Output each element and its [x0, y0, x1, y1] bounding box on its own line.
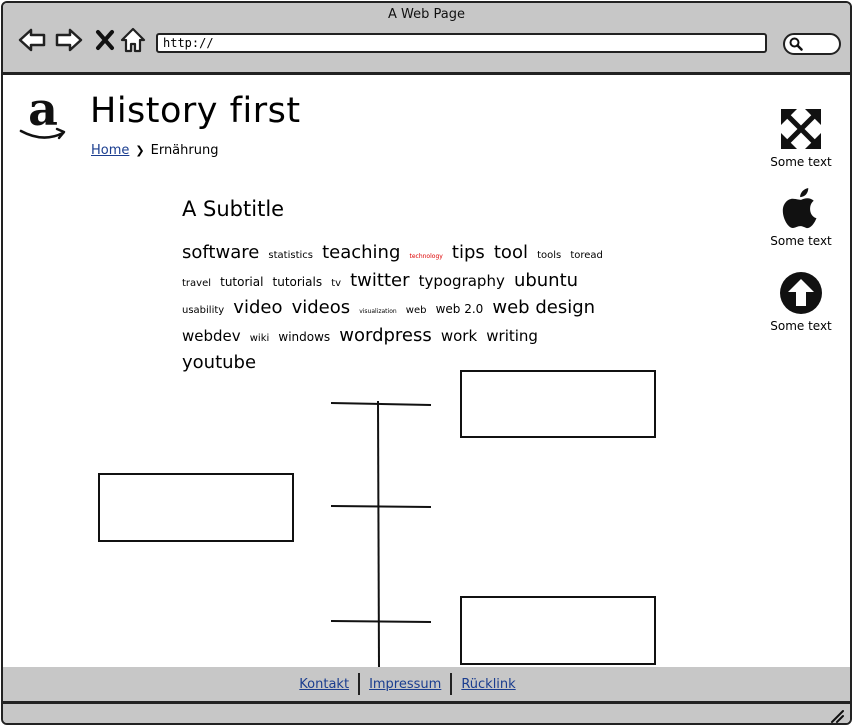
footer-link-impressum[interactable]: Impressum	[360, 677, 450, 692]
tag-link[interactable]: web design	[492, 297, 595, 318]
search-field[interactable]	[783, 33, 841, 55]
svg-text:a: a	[28, 89, 58, 136]
amazon-logo[interactable]: a	[17, 82, 69, 143]
timeline-box-left	[98, 473, 294, 542]
breadcrumb-current: Ernährung	[150, 143, 219, 158]
sidebar-item-expand[interactable]: Some text	[765, 107, 837, 169]
tag-link[interactable]: video	[233, 297, 282, 318]
tag-link[interactable]: work	[441, 327, 477, 345]
breadcrumb: Home ❯ Ernährung	[91, 143, 218, 158]
tag-link[interactable]: tv	[331, 278, 341, 289]
tag-link[interactable]: writing	[486, 327, 538, 345]
sidebar-item-label: Some text	[770, 319, 832, 333]
status-bar	[3, 701, 850, 723]
forward-arrow-icon[interactable]	[54, 25, 84, 55]
tag-link[interactable]: travel	[182, 278, 211, 289]
apple-icon	[782, 188, 817, 229]
tag-link[interactable]: statistics	[268, 250, 313, 261]
tag-link[interactable]: visualization	[359, 308, 396, 315]
home-icon[interactable]	[118, 25, 148, 55]
arrow-up-circle-icon	[780, 272, 822, 314]
page-title: History first	[90, 91, 301, 131]
tag-link[interactable]: twitter	[350, 270, 409, 291]
tag-link[interactable]: technology	[409, 253, 442, 260]
tag-link[interactable]: wordpress	[339, 325, 432, 346]
tag-link[interactable]: typography	[419, 272, 505, 290]
tag-link[interactable]: videos	[292, 297, 351, 318]
tag-link[interactable]: web 2.0	[436, 302, 484, 316]
tag-link[interactable]: web	[406, 305, 427, 316]
timeline-vertical-line	[377, 400, 380, 669]
tag-link[interactable]: wiki	[250, 333, 270, 344]
timeline-diagram	[3, 363, 850, 669]
breadcrumb-chevron-icon: ❯	[135, 144, 145, 157]
tag-link[interactable]: usability	[182, 305, 224, 316]
tag-link[interactable]: ubuntu	[514, 270, 578, 291]
tag-link[interactable]: tips	[452, 242, 485, 263]
browser-window: A Web Page http:// a History first Home …	[1, 1, 852, 725]
tag-link[interactable]: tutorials	[273, 275, 323, 289]
sidebar-item-label: Some text	[770, 155, 832, 169]
tag-cloud: software statistics teaching technology …	[182, 241, 622, 375]
timeline-branch-bottom	[330, 620, 432, 623]
tag-link[interactable]: tools	[537, 250, 561, 261]
footer: Kontakt Impressum Rücklink	[3, 667, 850, 701]
browser-toolbar: A Web Page http://	[3, 3, 850, 75]
footer-link-kontakt[interactable]: Kontakt	[290, 677, 358, 692]
tag-link[interactable]: teaching	[322, 242, 400, 263]
breadcrumb-home-link[interactable]: Home	[91, 143, 129, 158]
tag-link[interactable]: toread	[570, 250, 603, 261]
back-arrow-icon[interactable]	[17, 25, 47, 55]
resize-grip-icon[interactable]	[830, 709, 844, 723]
timeline-box-bottom	[460, 596, 656, 665]
window-title: A Web Page	[388, 7, 465, 22]
expand-arrows-icon	[781, 109, 821, 149]
timeline-branch-top	[330, 402, 432, 406]
address-bar[interactable]: http://	[156, 33, 767, 53]
timeline-branch-middle	[330, 505, 432, 508]
close-icon[interactable]	[91, 25, 121, 55]
tag-link[interactable]: windows	[278, 330, 330, 344]
sidebar-item-apple[interactable]: Some text	[765, 186, 837, 248]
tag-link[interactable]: webdev	[182, 327, 241, 345]
tag-link[interactable]: tool	[494, 242, 528, 263]
tag-link[interactable]: tutorial	[220, 275, 263, 289]
subtitle: A Subtitle	[182, 197, 285, 221]
footer-link-ruecklink[interactable]: Rücklink	[452, 677, 524, 692]
sidebar-item-arrow-up[interactable]: Some text	[765, 271, 837, 333]
search-icon	[789, 37, 803, 51]
tag-link[interactable]: software	[182, 242, 259, 263]
sidebar-item-label: Some text	[770, 234, 832, 248]
timeline-box-top	[460, 370, 656, 438]
